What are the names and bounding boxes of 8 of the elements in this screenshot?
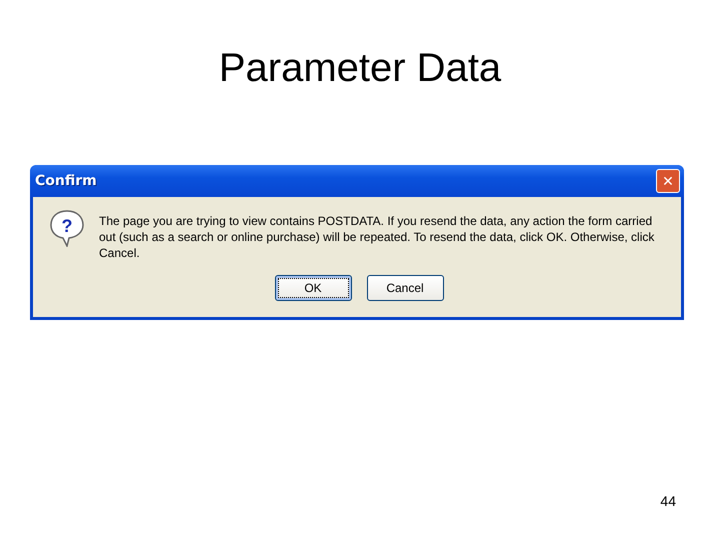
close-button[interactable]: ✕: [656, 169, 680, 193]
page-number: 44: [660, 492, 676, 511]
slide-title: Parameter Data: [218, 45, 502, 92]
dialog-button[interactable]: Cancel: [366, 275, 444, 301]
dialog-button[interactable]: OK: [274, 275, 352, 301]
dialog-message: The page you are trying to view contains POSTDATA. If you resend the data, any action the form carried out (such as a search or online purchase) will be repeated. To resend the data, click OK. Otherwise, click Cancel.: [99, 213, 656, 261]
window-title: Confirm: [35, 172, 97, 190]
question-icon: ?: [49, 209, 85, 247]
